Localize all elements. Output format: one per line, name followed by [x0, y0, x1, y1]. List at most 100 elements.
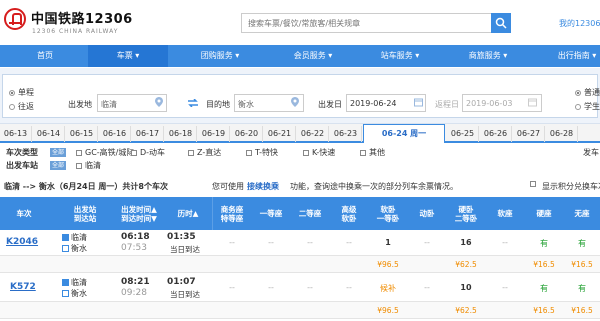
table-header: 车次 出发站 到达站 出发时间▲ 到达时间▼ 历时▲ 商务座 特等座 一等座 二…	[0, 197, 600, 230]
price-hard-seat: ¥16.5	[533, 306, 555, 315]
type-other-label: 其他	[369, 148, 385, 157]
location-pin-icon[interactable]	[155, 97, 163, 107]
points-label: 显示积分兑换车次	[542, 182, 600, 191]
train-number-link[interactable]: K2046	[6, 237, 38, 247]
station-linqing-checkbox[interactable]: 临清	[76, 160, 101, 171]
calendar-icon[interactable]	[414, 97, 423, 107]
nav-business-service[interactable]: 商旅服务 ▾	[453, 45, 523, 67]
date-tab[interactable]: 06-26	[480, 126, 512, 142]
date-tab-selected[interactable]: 06-24 周一	[363, 124, 445, 143]
my-account-link[interactable]: 我的12306	[559, 18, 600, 29]
date-tab[interactable]: 06-16	[99, 126, 131, 142]
type-t-label: T-特快	[255, 148, 279, 157]
location-pin-icon[interactable]	[291, 97, 299, 107]
from-station: 临清	[62, 232, 87, 243]
logo-subtitle: 12306 CHINA RAILWAY	[32, 28, 119, 35]
date-tab[interactable]: 06-23	[330, 126, 362, 142]
from-station: 临清	[62, 277, 87, 288]
price-no-seat: ¥16.5	[571, 260, 593, 269]
seat-soft-sleeper-waitlist[interactable]: 候补	[369, 283, 407, 294]
type-t-checkbox[interactable]: T-特快	[246, 147, 278, 158]
logo-title[interactable]: 中国铁路12306	[31, 8, 133, 27]
to-station: 衡水	[62, 288, 87, 299]
seat-no-seat[interactable]: 有	[564, 238, 600, 249]
type-d-checkbox[interactable]: D-动车	[131, 147, 165, 158]
railway-logo-icon[interactable]	[4, 8, 26, 30]
price-hard-sleeper: ¥62.5	[455, 306, 477, 315]
train-number-link[interactable]: K572	[10, 282, 36, 292]
th-no-seat: 无座	[574, 209, 590, 218]
top-bar: 中国铁路12306 12306 CHINA RAILWAY 我的12306	[0, 0, 600, 44]
type-d-label: D-动车	[140, 148, 166, 157]
train-type-all-button[interactable]: 全部	[50, 148, 67, 157]
duration-note: 当日到达	[170, 245, 200, 254]
seat-second: --	[307, 283, 313, 292]
depart-station-label: 出发车站	[6, 161, 38, 170]
departure-time-label: 发车	[583, 148, 599, 157]
depart-date-label: 出发日	[318, 100, 342, 109]
trip-round-radio[interactable]: 往返	[9, 101, 34, 112]
seat-soft-sleeper[interactable]: 1	[369, 238, 407, 247]
seat-hard-seat[interactable]: 有	[525, 238, 563, 249]
type-gc-checkbox[interactable]: GC-高铁/城际	[76, 147, 134, 158]
seat-first: --	[268, 238, 274, 247]
type-k-checkbox[interactable]: K-快速	[303, 147, 335, 158]
date-tab[interactable]: 06-14	[33, 126, 65, 142]
depart-time: 08:21	[121, 277, 150, 287]
th-duration[interactable]: 历时▲	[168, 197, 208, 230]
date-tab[interactable]: 06-13	[0, 126, 32, 142]
seat-deluxe-sleeper: --	[346, 238, 352, 247]
date-tab[interactable]: 06-19	[198, 126, 230, 142]
seat-no-seat[interactable]: 有	[564, 283, 600, 294]
date-tab[interactable]: 06-28	[546, 126, 578, 142]
points-checkbox[interactable]	[530, 181, 536, 187]
th-stations: 出发站 到达站	[73, 204, 97, 223]
calendar-icon[interactable]	[528, 97, 537, 107]
seat-hard-sleeper[interactable]: 10	[447, 283, 485, 292]
transfer-link[interactable]: 接续换乘	[247, 181, 279, 192]
seat-hard-seat[interactable]: 有	[525, 283, 563, 294]
query-panel: 单程 往返 出发地 临清 目的地 衡水 出发日 2019-06-24 返程日 2…	[0, 68, 600, 124]
seat-hard-sleeper[interactable]: 16	[447, 238, 485, 247]
type-gc-label: GC-高铁/城际	[85, 148, 135, 157]
nav-tickets[interactable]: 车票 ▾	[88, 45, 168, 67]
seat-motor-sleeper: --	[424, 283, 430, 292]
date-tab[interactable]: 06-25	[447, 126, 479, 142]
to-label: 目的地	[206, 100, 230, 109]
swap-stations-icon[interactable]	[188, 99, 198, 107]
duration-note: 当日到达	[170, 290, 200, 299]
date-tab[interactable]: 06-20	[231, 126, 263, 142]
station-all-button[interactable]: 全部	[50, 161, 67, 170]
date-tab[interactable]: 06-21	[264, 126, 296, 142]
result-summary: 临清 --> 衡水（6月24日 周一）共计8个车次 您可使用 接续换乘 功能，查…	[0, 178, 600, 192]
from-station-name: 临清	[71, 233, 87, 242]
seat-business: --	[229, 238, 235, 247]
to-station-name: 衡水	[71, 289, 87, 298]
type-other-checkbox[interactable]: 其他	[360, 147, 385, 158]
th-first-class: 一等座	[259, 209, 283, 218]
search-button[interactable]	[491, 13, 511, 33]
nav-group-service[interactable]: 团购服务 ▾	[185, 45, 255, 67]
date-tab[interactable]: 06-22	[297, 126, 329, 142]
type-z-checkbox[interactable]: Z-直达	[188, 147, 221, 158]
nav-member-service[interactable]: 会员服务 ▾	[278, 45, 348, 67]
date-tab[interactable]: 06-17	[132, 126, 164, 142]
search-input[interactable]	[241, 13, 491, 33]
nav-station-service[interactable]: 站车服务 ▾	[365, 45, 435, 67]
seat-soft-seat: --	[502, 283, 508, 292]
passenger-normal-radio[interactable]: 普通	[575, 87, 600, 98]
price-soft-sleeper: ¥96.5	[377, 306, 399, 315]
date-tab[interactable]: 06-27	[513, 126, 545, 142]
table-row: K2046 临清 衡水 06:18 07:53 01:35 当日到达 -- --…	[0, 230, 600, 256]
nav-home[interactable]: 首页	[20, 45, 70, 67]
th-times[interactable]: 出发时间▲ 到达时间▼	[113, 197, 165, 230]
nav-travel-guide[interactable]: 出行指南 ▾	[547, 45, 600, 67]
depart-time: 06:18	[121, 232, 150, 242]
date-tab[interactable]: 06-18	[165, 126, 197, 142]
seat-first: --	[268, 283, 274, 292]
date-tab[interactable]: 06-15	[66, 126, 98, 142]
station-linqing-label: 临清	[85, 161, 101, 170]
passenger-student-radio[interactable]: 学生	[575, 101, 600, 112]
trip-single-radio[interactable]: 单程	[9, 87, 34, 98]
duration: 01:07	[167, 277, 196, 287]
